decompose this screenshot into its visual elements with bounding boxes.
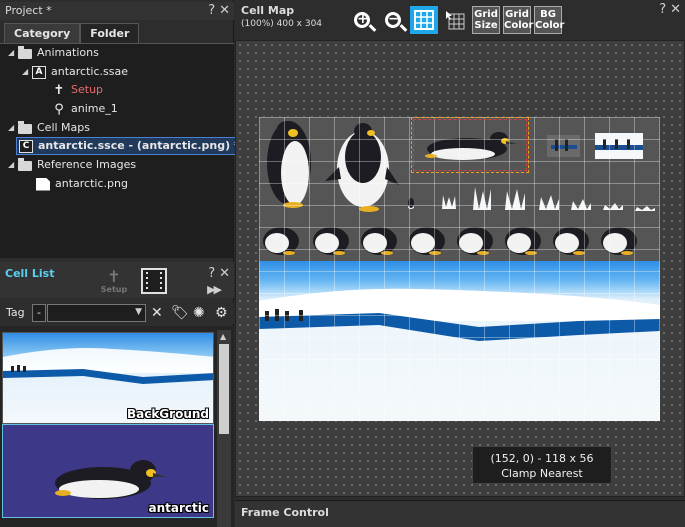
tree-item-png-file[interactable]: antarctic.png [36, 175, 128, 193]
close-icon[interactable]: ✕ [219, 2, 230, 20]
expand-triangle-icon[interactable]: ◢ [8, 119, 18, 137]
tree-item-ssae-file[interactable]: ◢ A antarctic.ssae [22, 63, 128, 81]
tag-select[interactable]: ▼ [47, 304, 146, 322]
expand-triangle-icon[interactable]: ◢ [8, 156, 18, 174]
animation-file-icon: A [32, 65, 46, 79]
scroll-up-icon[interactable]: ▲ [220, 332, 226, 341]
help-icon[interactable]: ? [208, 2, 215, 20]
cell-label: BackGround [126, 407, 209, 421]
cell-map-toolbar: + − Grid Size Grid Color BG Color [348, 6, 564, 34]
tree-label: Animations [37, 46, 99, 59]
cell-thumbnail-background[interactable]: BackGround [2, 332, 214, 424]
selection-rect-text: (152, 0) - 118 x 56 [490, 452, 594, 465]
tree-item-anime[interactable]: ⚲ anime_1 [52, 100, 118, 118]
tab-folder[interactable]: Folder [80, 23, 140, 43]
filter-mode-text: Clamp Nearest [501, 467, 583, 480]
grid-size-button[interactable]: Grid Size [472, 6, 500, 34]
cell-label: antarctic [148, 501, 209, 515]
gear-icon[interactable]: ⚙ [215, 305, 228, 321]
cell-map-title: Cell Map [241, 4, 295, 17]
cell-list-title: Cell List [5, 267, 55, 280]
setup-person-icon: ✝ [107, 267, 121, 286]
tag-icon[interactable]: 🏷 [171, 305, 189, 321]
tree-label: Reference Images [37, 158, 137, 171]
tree-label: Setup [71, 83, 104, 96]
grid-cursor-button[interactable] [441, 6, 469, 34]
zoom-out-icon: − [385, 11, 401, 28]
close-icon[interactable]: ✕ [219, 266, 230, 281]
tree-label: antarctic.ssae [51, 65, 128, 78]
spinner-icon[interactable]: ✺ [193, 305, 205, 321]
image-file-icon [36, 177, 50, 191]
cell-map-panel: Cell Map (100%) 400 x 304 + − Grid Size … [235, 0, 685, 527]
clear-x-icon[interactable]: ✕ [151, 305, 163, 321]
project-tree: ◢ Animations ◢ A antarctic.ssae ✝ Setup … [0, 43, 245, 258]
tab-category[interactable]: Category [4, 23, 81, 43]
selected-cell-outline[interactable] [411, 117, 529, 173]
tree-label: antarctic.ssce - (antarctic.png) * [38, 139, 240, 152]
tree-label: anime_1 [71, 102, 118, 115]
setup-button-label: Setup [100, 285, 128, 294]
running-person-icon: ⚲ [54, 101, 64, 117]
left-dock: Project * ? ✕ Category Folder ◢ Animatio… [0, 0, 245, 527]
project-tabs: Category Folder [4, 23, 140, 43]
bg-color-button[interactable]: BG Color [534, 6, 564, 34]
cell-thumbnail-antarctic[interactable]: antarctic [2, 424, 214, 518]
project-title-text: Project * [5, 4, 52, 17]
help-icon[interactable]: ? [208, 266, 215, 281]
setup-person-icon: ✝ [53, 82, 65, 98]
tag-bar: Tag - ▼ ✕ 🏷 ✺ ⚙ [0, 302, 234, 324]
texture-atlas[interactable] [259, 117, 660, 421]
cell-list: BackGround antarctic ▲ [0, 326, 234, 527]
cell-list-scrollbar[interactable]: ▲ [217, 330, 231, 527]
zoom-in-icon: + [354, 11, 370, 28]
help-icon[interactable]: ? [659, 2, 666, 17]
tree-label: antarctic.png [55, 177, 128, 190]
folder-icon [18, 158, 32, 171]
tree-item-cell-maps[interactable]: ◢ Cell Maps [8, 119, 90, 137]
zoom-out-button[interactable]: − [379, 6, 407, 34]
tree-item-setup[interactable]: ✝ Setup [52, 81, 103, 99]
tree-item-reference-images[interactable]: ◢ Reference Images [8, 156, 136, 174]
tag-remove-button[interactable]: - [32, 304, 46, 322]
cellmap-file-icon: C [19, 139, 33, 153]
grid-cursor-icon [446, 11, 465, 30]
zoom-in-button[interactable]: + [348, 6, 376, 34]
selection-info-box: (152, 0) - 118 x 56 Clamp Nearest [472, 446, 612, 484]
setup-button[interactable]: ✝ Setup [99, 268, 129, 296]
tree-item-ssce-file[interactable]: C antarctic.ssce - (antarctic.png) * [16, 137, 245, 155]
tree-label: Cell Maps [37, 121, 91, 134]
scroll-thumb[interactable] [219, 344, 229, 434]
cell-list-header: Cell List ✝ Setup ? ✕ ▶▶ [0, 262, 234, 298]
filmstrip-icon[interactable] [141, 268, 167, 294]
forward-icon[interactable]: ▶▶ [207, 283, 222, 296]
frame-control-title: Frame Control [241, 506, 329, 519]
close-icon[interactable]: ✕ [670, 2, 681, 17]
folder-icon [18, 46, 32, 59]
folder-icon [18, 121, 32, 134]
grid-toggle-button[interactable] [410, 6, 438, 34]
grid-icon [414, 10, 434, 30]
expand-triangle-icon[interactable]: ◢ [22, 63, 32, 81]
chevron-down-icon: ▼ [135, 307, 142, 317]
frame-control-bar: Frame Control [235, 500, 685, 527]
cell-map-size-text: (100%) 400 x 304 [241, 19, 323, 29]
expand-triangle-icon[interactable]: ◢ [8, 44, 18, 62]
cell-map-canvas[interactable]: (152, 0) - 118 x 56 Clamp Nearest [235, 40, 685, 497]
tag-label: Tag [6, 306, 25, 319]
grid-color-button[interactable]: Grid Color [503, 6, 533, 34]
project-panel-title: Project * ? ✕ [0, 2, 234, 20]
tree-item-animations[interactable]: ◢ Animations [8, 44, 99, 62]
background-scene-image [259, 261, 660, 421]
